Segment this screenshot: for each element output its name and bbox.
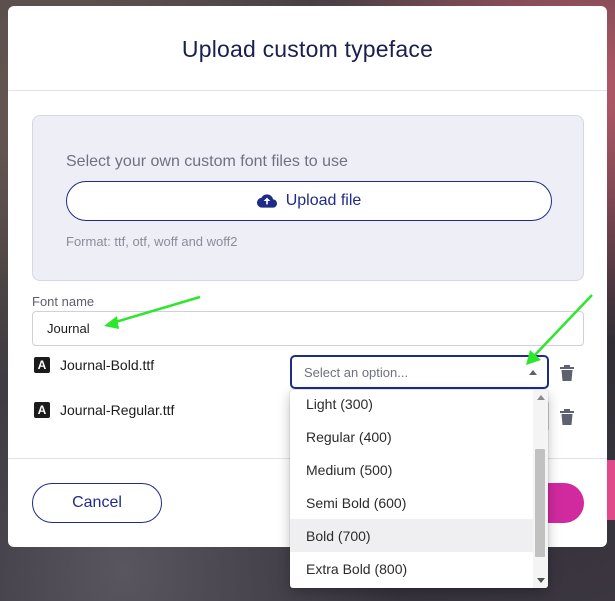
weight-dropdown-menu: Light (300) Regular (400) Medium (500) S… xyxy=(290,390,548,588)
upload-file-button[interactable]: Upload file xyxy=(66,181,552,221)
weight-option-highlighted[interactable]: Bold (700) xyxy=(290,519,533,552)
font-file-icon: A xyxy=(34,357,50,373)
font-file-icon: A xyxy=(34,402,50,418)
trash-icon[interactable] xyxy=(560,409,574,425)
scroll-down-arrow-icon[interactable] xyxy=(537,578,545,583)
font-file-row: A Journal-Bold.ttf xyxy=(34,356,154,374)
dialog-title: Upload custom typeface xyxy=(181,36,434,62)
header-divider xyxy=(8,90,607,91)
weight-option[interactable]: Semi Bold (600) xyxy=(290,486,533,519)
weight-option[interactable]: Regular (400) xyxy=(290,420,533,453)
cancel-button[interactable]: Cancel xyxy=(32,483,162,523)
upload-prompt: Select your own custom font files to use xyxy=(66,153,348,170)
upload-dropzone[interactable]: Select your own custom font files to use… xyxy=(32,115,584,281)
upload-file-label: Upload file xyxy=(285,192,362,209)
font-weight-select[interactable]: Select an option... xyxy=(290,355,549,389)
font-name-label: Font name xyxy=(32,294,95,309)
weight-option[interactable]: Medium (500) xyxy=(290,453,533,486)
weight-option[interactable]: Light (300) xyxy=(290,390,533,420)
font-name-input[interactable] xyxy=(32,311,584,346)
font-file-name: Journal-Regular.ttf xyxy=(60,402,175,418)
font-file-row: A Journal-Regular.ttf xyxy=(34,401,174,419)
background-card-edge xyxy=(607,460,615,520)
format-hint: Format: ttf, otf, woff and woff2 xyxy=(66,234,238,249)
scroll-up-arrow-icon[interactable] xyxy=(537,395,545,400)
weight-option[interactable]: Extra Bold (800) xyxy=(290,552,533,585)
caret-up-icon xyxy=(529,370,537,375)
trash-icon[interactable] xyxy=(560,365,574,381)
font-file-name: Journal-Bold.ttf xyxy=(60,357,155,373)
cloud-upload-icon xyxy=(256,194,277,208)
select-placeholder: Select an option... xyxy=(304,364,409,380)
scrollbar-thumb[interactable] xyxy=(535,449,545,557)
